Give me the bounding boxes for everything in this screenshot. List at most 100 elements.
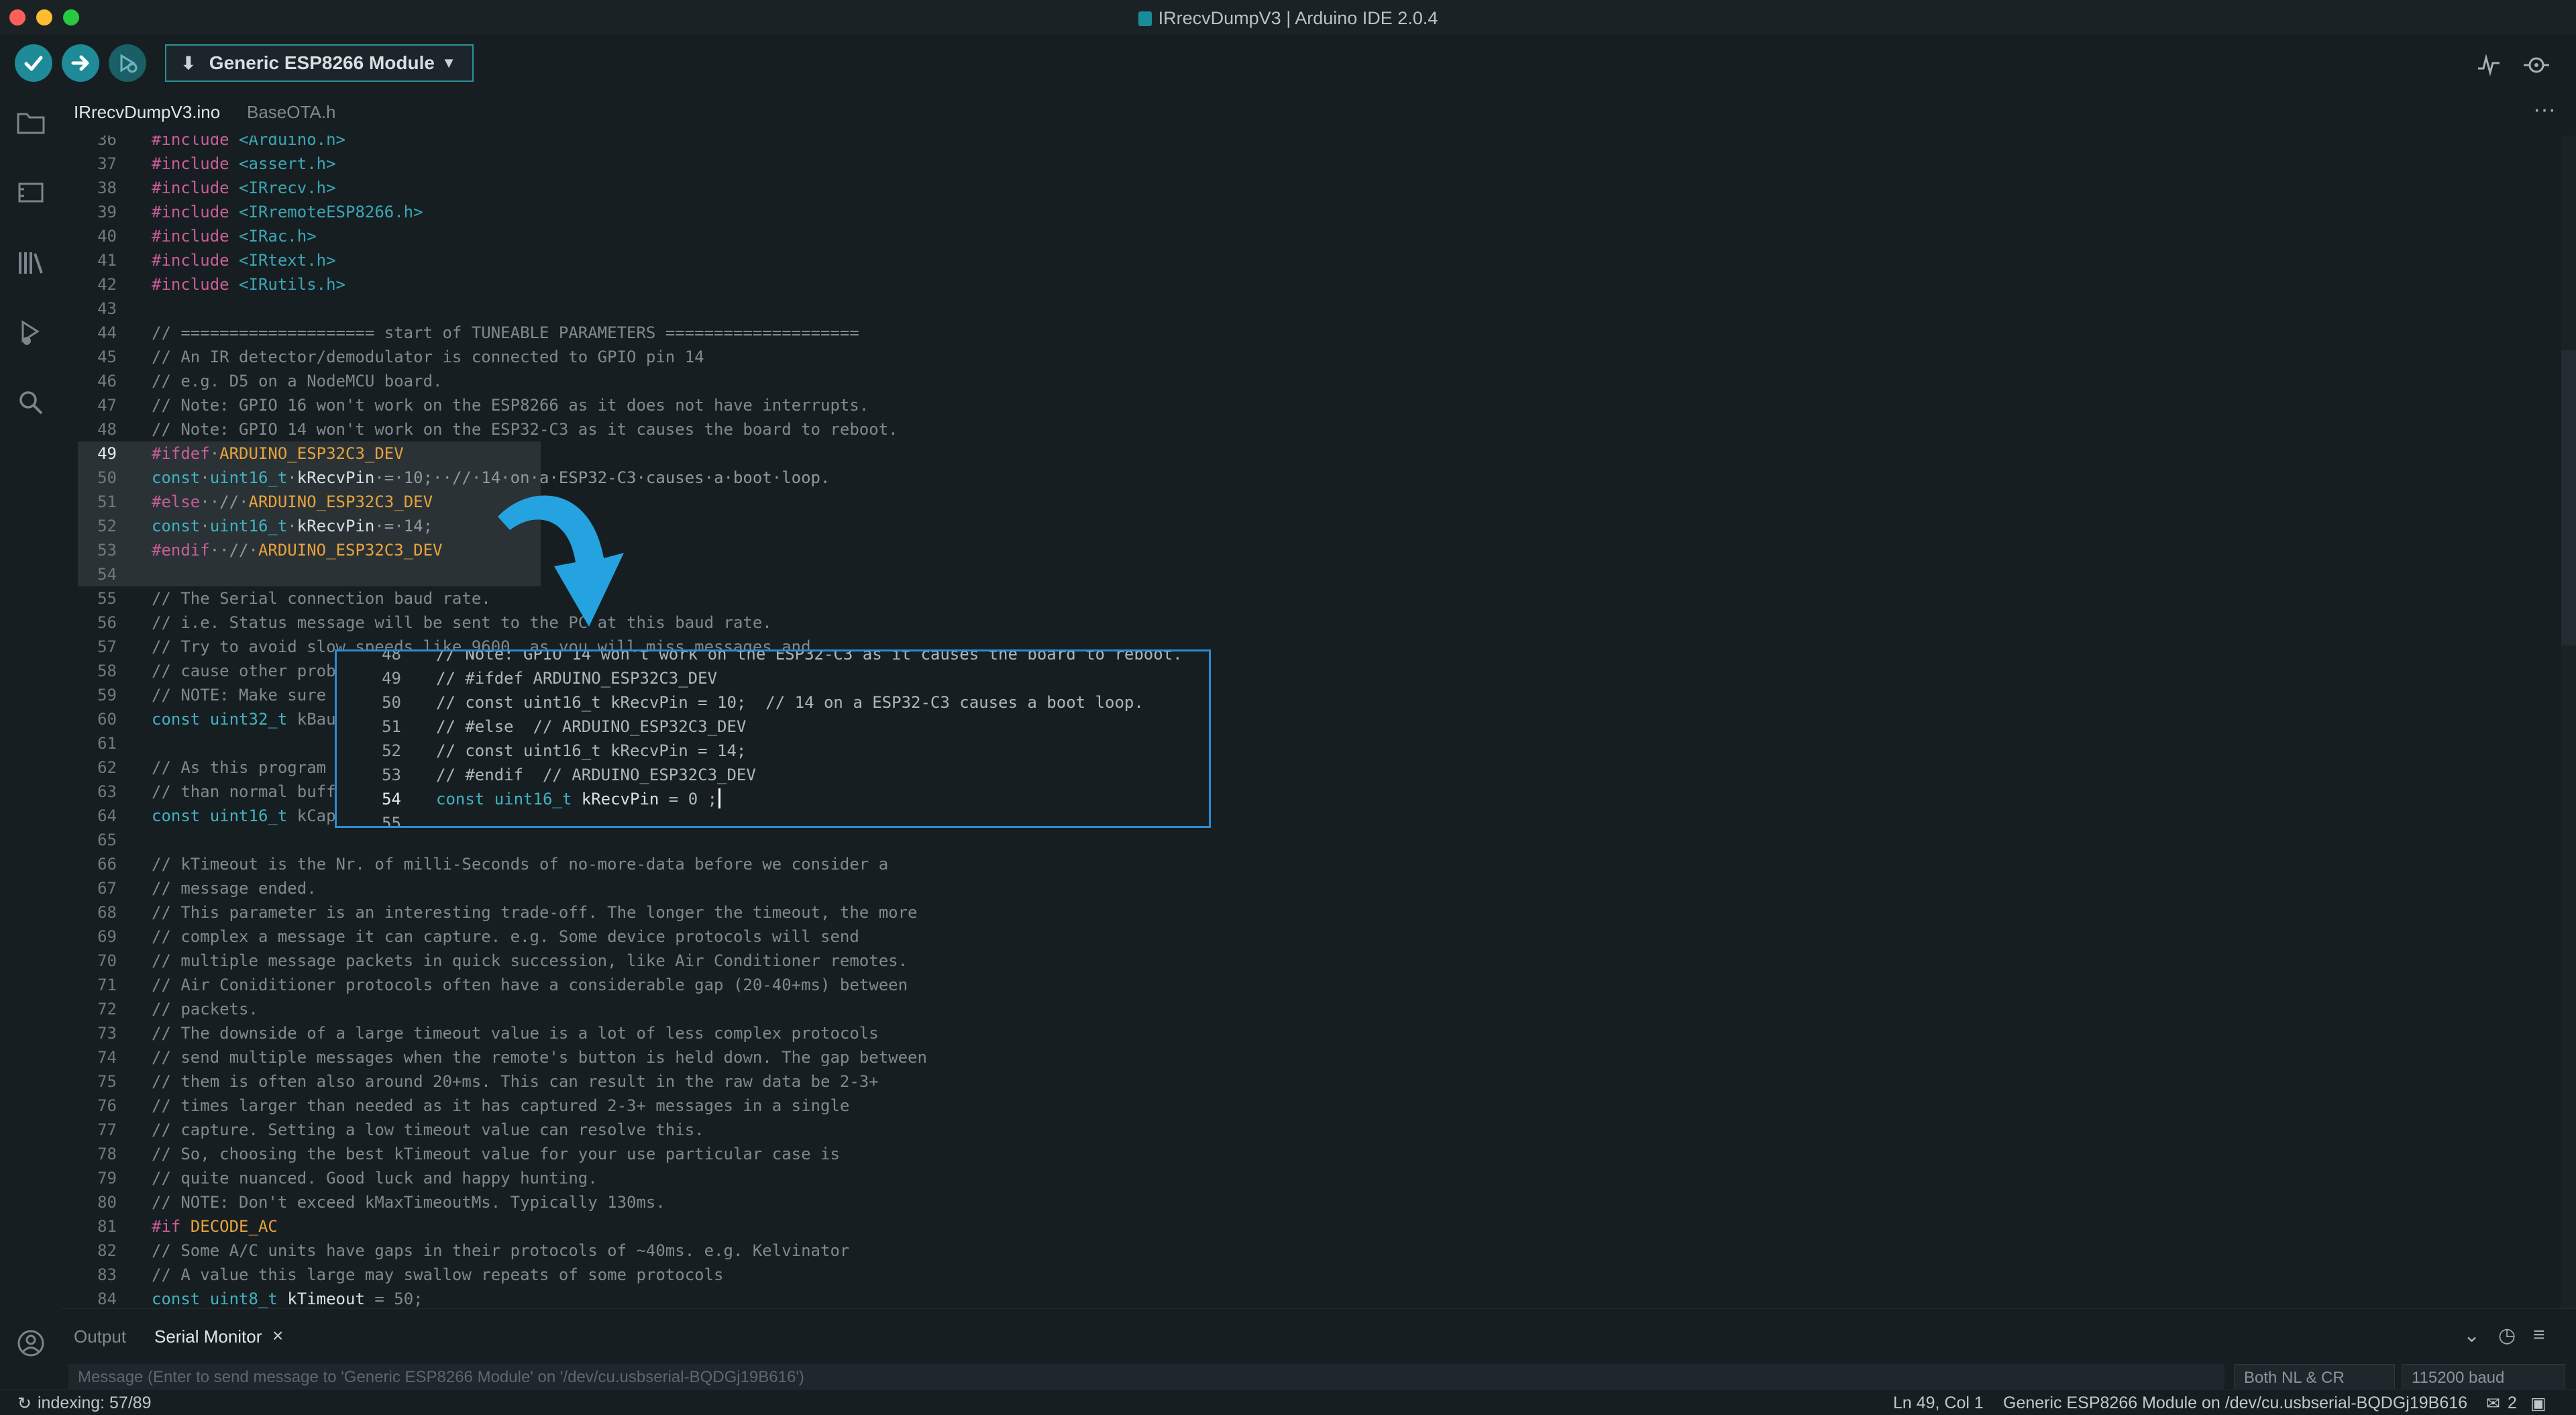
code-line[interactable]: 53 #endif··//·ARDUINO_ESP32C3_DEV <box>62 538 2544 562</box>
code-line[interactable]: 84 const uint8_t kTimeout = 50; <box>62 1287 2544 1308</box>
code-line[interactable]: 43 <box>62 297 2544 321</box>
code-line[interactable]: 79 // quite nuanced. Good luck and happy … <box>62 1166 2544 1190</box>
code-line[interactable]: 68 // This parameter is an interesting tr… <box>62 900 2544 925</box>
code-line[interactable]: 74 // send multiple messages when the rem… <box>62 1045 2544 1069</box>
library-icon[interactable] <box>15 248 47 280</box>
layout-icon[interactable]: ▣ <box>2530 1394 2546 1414</box>
debug-button[interactable] <box>109 44 146 82</box>
code-line[interactable]: 50 const·uint16_t·kRecvPin·=·10;··//·14·o… <box>62 466 2544 490</box>
code-line[interactable]: 41 #include <IRtext.h> <box>62 248 2544 272</box>
collapse-icon[interactable]: ⌄ <box>2463 1324 2480 1347</box>
code-text: const uint32_t kBau <box>152 710 336 729</box>
line-number: 78 <box>97 1145 117 1163</box>
code-line[interactable]: 38 #include <IRrecv.h> <box>62 176 2544 200</box>
board-selector[interactable]: ⬇ Generic ESP8266 Module ▼ <box>165 44 474 82</box>
code-line[interactable]: 72 // packets. <box>62 997 2544 1021</box>
code-line[interactable]: 37 #include <assert.h> <box>62 152 2544 176</box>
close-icon[interactable]: × <box>272 1325 283 1347</box>
code-line[interactable]: 49 #ifdef·ARDUINO_ESP32C3_DEV <box>62 441 2544 466</box>
scrollbar-thumb[interactable] <box>2561 350 2576 645</box>
search-icon[interactable] <box>15 388 47 420</box>
upload-button[interactable] <box>62 44 99 82</box>
code-text: // The downside of a large timeout value… <box>152 1024 879 1043</box>
verify-button[interactable] <box>15 44 52 82</box>
code-line[interactable]: 36 #include <Arduino.h> <box>62 136 2544 152</box>
code-line[interactable]: 77 // capture. Setting a low timeout valu… <box>62 1118 2544 1142</box>
plotter-icon[interactable] <box>2475 51 2502 85</box>
status-bar: ↻ indexing: 57/89 Ln 49, Col 1 Generic E… <box>0 1389 2576 1415</box>
editor-scrollbar[interactable] <box>2561 136 2576 1308</box>
code-text: #include <IRac.h> <box>152 227 317 246</box>
timestamp-icon[interactable]: ◷ <box>2498 1324 2516 1347</box>
more-tabs-icon[interactable]: ··· <box>2533 97 2556 123</box>
popup-code-text: const uint16_t kRecvPin = 0 ; <box>436 787 721 811</box>
code-line[interactable]: 52 const·uint16_t·kRecvPin·=·14; <box>62 514 2544 538</box>
popup-line-number: 49 <box>382 669 401 688</box>
tab-baseota[interactable]: BaseOTA.h <box>247 102 335 123</box>
code-line[interactable]: 54 <box>62 562 2544 586</box>
popup-code-text: // #else // ARDUINO_ESP32C3_DEV <box>436 717 747 736</box>
code-line[interactable]: 71 // Air Coniditioner protocols often ha… <box>62 973 2544 997</box>
code-line[interactable]: 65 <box>62 828 2544 852</box>
code-text: // packets. <box>152 1000 258 1018</box>
code-line[interactable]: 51 #else··//·ARDUINO_ESP32C3_DEV <box>62 490 2544 514</box>
code-text: // quite nuanced. Good luck and happy hu… <box>152 1169 598 1188</box>
code-line[interactable]: 55 // The Serial connection baud rate. <box>62 586 2544 611</box>
popup-code-line: 55 <box>337 811 1209 826</box>
code-line[interactable]: 44 // ==================== start of TUNEA… <box>62 321 2544 345</box>
debug-icon[interactable] <box>15 318 47 350</box>
code-line[interactable]: 39 #include <IRremoteESP8266.h> <box>62 200 2544 224</box>
code-line[interactable]: 76 // times larger than needed as it has … <box>62 1094 2544 1118</box>
code-line[interactable]: 69 // complex a message it can capture. e… <box>62 925 2544 949</box>
check-icon <box>24 56 43 71</box>
tab-output[interactable]: Output <box>74 1326 126 1347</box>
board-icon[interactable] <box>15 178 47 211</box>
code-line[interactable]: 82 // Some A/C units have gaps in their p… <box>62 1239 2544 1263</box>
notification-icon[interactable]: ✉ <box>2486 1394 2500 1414</box>
line-number: 47 <box>97 396 117 415</box>
monitor-icon[interactable] <box>2522 51 2551 86</box>
line-number: 68 <box>97 903 117 922</box>
code-line[interactable]: 75 // them is often also around 20+ms. Th… <box>62 1069 2544 1094</box>
code-line[interactable]: 45 // An IR detector/demodulator is conne… <box>62 345 2544 369</box>
code-line[interactable]: 70 // multiple message packets in quick s… <box>62 949 2544 973</box>
line-number: 63 <box>97 782 117 801</box>
line-number: 58 <box>97 662 117 680</box>
code-line[interactable]: 48 // Note: GPIO 14 won't work on the ESP… <box>62 417 2544 441</box>
code-line[interactable]: 47 // Note: GPIO 16 won't work on the ESP… <box>62 393 2544 417</box>
popup-code-text: // Note: GPIO 14 won't work on the ESP32… <box>436 649 1183 664</box>
line-number: 67 <box>97 879 117 898</box>
code-line[interactable]: 81 #if DECODE_AC <box>62 1214 2544 1239</box>
code-preview-popup: 48 // Note: GPIO 14 won't work on the ESP… <box>335 649 1211 828</box>
clear-output-icon[interactable]: ≡ <box>2533 1324 2545 1347</box>
code-line[interactable]: 73 // The downside of a large timeout val… <box>62 1021 2544 1045</box>
code-line[interactable]: 67 // message ended. <box>62 876 2544 900</box>
line-number: 51 <box>97 492 117 511</box>
line-ending-select[interactable]: Both NL & CR <box>2234 1364 2395 1391</box>
code-line[interactable]: 42 #include <IRutils.h> <box>62 272 2544 297</box>
sync-icon: ↻ <box>17 1394 32 1413</box>
line-number: 44 <box>97 323 117 342</box>
tab-irrecvdumpv3[interactable]: IRrecvDumpV3.ino <box>74 102 220 123</box>
line-number: 84 <box>97 1290 117 1308</box>
code-text: const·uint16_t·kRecvPin·=·14; <box>152 517 433 535</box>
account-icon[interactable] <box>15 1328 47 1361</box>
tab-serial-monitor[interactable]: Serial Monitor <box>154 1326 262 1347</box>
cursor-position[interactable]: Ln 49, Col 1 <box>1893 1394 1984 1413</box>
code-line[interactable]: 40 #include <IRac.h> <box>62 224 2544 248</box>
serial-message-input[interactable]: Message (Enter to send message to 'Gener… <box>68 1364 2224 1391</box>
board-port-status[interactable]: Generic ESP8266 Module on /dev/cu.usbser… <box>2003 1394 2467 1413</box>
popup-code-line: 51 // #else // ARDUINO_ESP32C3_DEV <box>337 715 1209 739</box>
code-line[interactable]: 56 // i.e. Status message will be sent to… <box>62 611 2544 635</box>
code-text: #include <IRutils.h> <box>152 275 345 294</box>
folder-icon[interactable] <box>15 109 47 141</box>
baud-rate-select[interactable]: 115200 baud <box>2402 1364 2565 1391</box>
code-line[interactable]: 46 // e.g. D5 on a NodeMCU board. <box>62 369 2544 393</box>
code-line[interactable]: 80 // NOTE: Don't exceed kMaxTimeoutMs. T… <box>62 1190 2544 1214</box>
line-number: 54 <box>97 565 117 584</box>
code-text: #if DECODE_AC <box>152 1217 278 1236</box>
code-line[interactable]: 66 // kTimeout is the Nr. of milli-Second… <box>62 852 2544 876</box>
code-line[interactable]: 78 // So, choosing the best kTimeout valu… <box>62 1142 2544 1166</box>
code-line[interactable]: 83 // A value this large may swallow repe… <box>62 1263 2544 1287</box>
code-text: // Some A/C units have gaps in their pro… <box>152 1241 850 1260</box>
